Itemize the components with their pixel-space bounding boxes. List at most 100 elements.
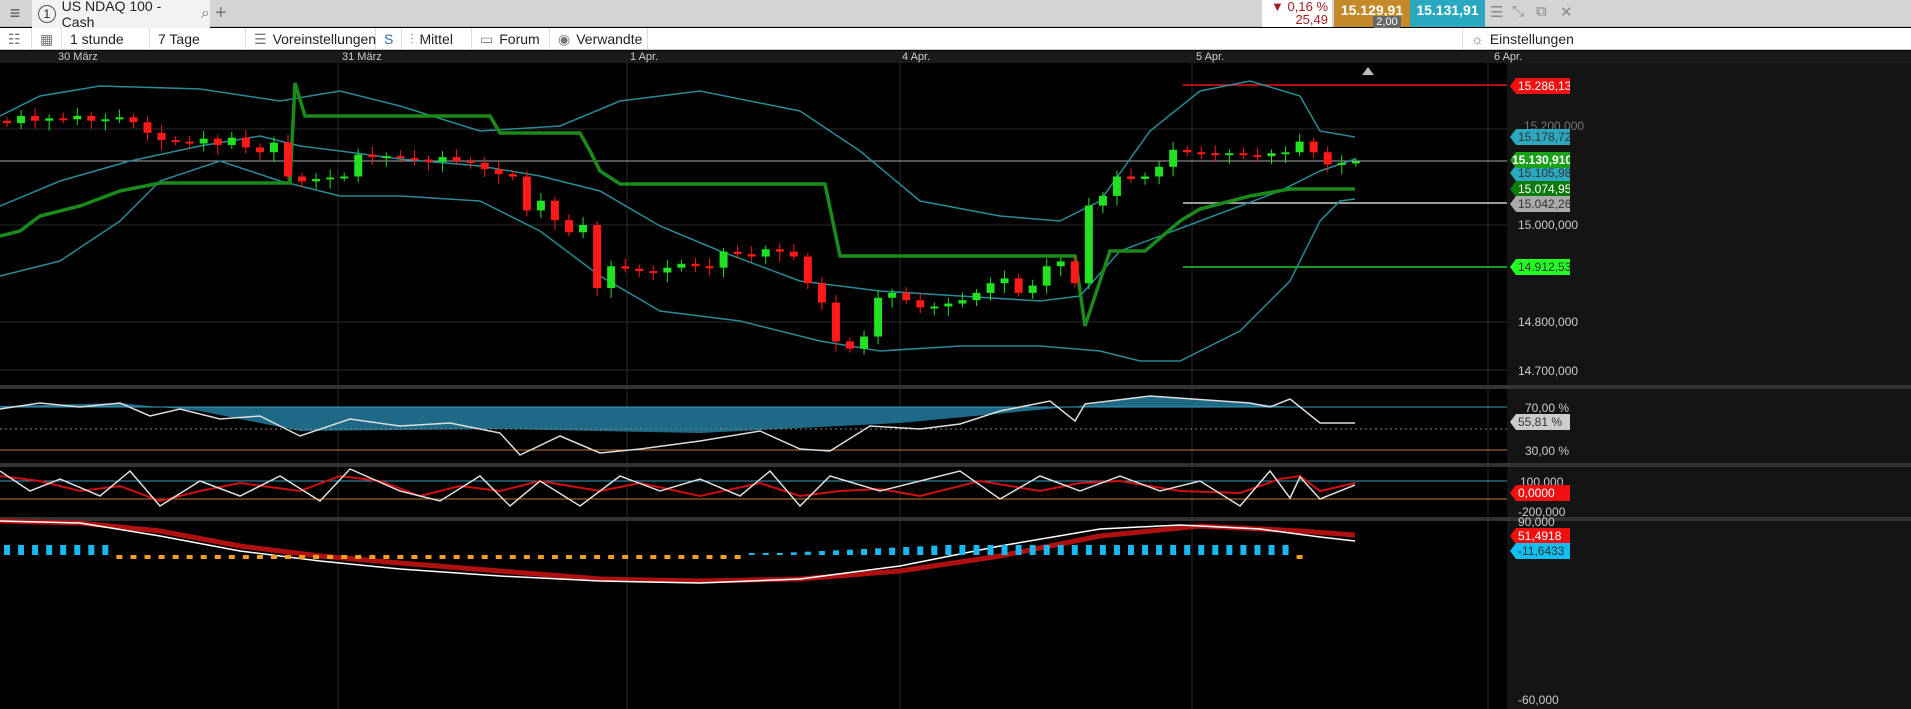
candle-body: [45, 118, 54, 121]
s-button[interactable]: S: [376, 28, 402, 50]
histogram-bar: [861, 549, 868, 555]
menu-icon[interactable]: ≡: [0, 0, 30, 27]
candle-body: [916, 300, 925, 308]
layout-icon[interactable]: ▦: [32, 28, 62, 50]
histogram-bar: [32, 545, 39, 555]
histogram-bar: [551, 555, 558, 559]
histogram-bar: [60, 545, 67, 555]
drag-handle-icon[interactable]: ☰: [1490, 3, 1503, 21]
macd-value-tag: 51,4918: [1510, 528, 1570, 544]
trailing-stop-tag: 15.074,95: [1510, 181, 1570, 197]
price-tick: 14.800,000: [1518, 315, 1579, 329]
buy-price-button[interactable]: 15.131,91: [1410, 0, 1485, 27]
lower-bollinger-band: [0, 160, 1356, 362]
candle-body: [649, 271, 658, 274]
chart-area[interactable]: 30 März 31 März 1 Apr. 4 Apr. 5 Apr. 6 A…: [0, 51, 1911, 709]
gear-icon: ☼: [1471, 31, 1484, 47]
candle-body: [1000, 278, 1009, 284]
histogram-bar: [439, 555, 446, 559]
candle-body: [1155, 166, 1164, 177]
candle-body: [579, 225, 588, 233]
candle-body: [354, 154, 363, 177]
histogram-bar: [383, 555, 390, 559]
timeframe-select[interactable]: 1 stunde: [62, 28, 150, 50]
tab-title: US NDAQ 100 - Cash: [61, 0, 162, 30]
candle-body: [368, 154, 377, 158]
home-marker-icon: [1362, 67, 1374, 75]
candle-body: [536, 200, 545, 211]
candle-body: [255, 147, 264, 153]
candle-body: [958, 300, 967, 304]
range-select[interactable]: 7 Tage: [150, 28, 246, 50]
candles-icon: ⫶: [410, 30, 414, 47]
histogram-bar: [762, 553, 769, 555]
histogram-bar: [88, 545, 95, 555]
eye-icon: ◉: [558, 30, 571, 47]
forum-button[interactable]: ▭ Forum: [472, 28, 550, 50]
cci-value-tag: 0,0000: [1510, 485, 1570, 501]
macd-tick: -60,000: [1518, 693, 1559, 707]
histogram-bar: [875, 548, 882, 555]
histogram-bar: [1113, 545, 1120, 555]
histogram-bar: [734, 555, 741, 559]
candle-body: [31, 115, 40, 121]
histogram-bar: [1296, 555, 1303, 559]
presets-button[interactable]: ☰ Voreinstellungen: [246, 28, 376, 50]
add-tab-button[interactable]: +: [215, 2, 227, 25]
candle-body: [733, 251, 742, 255]
histogram-bar: [369, 555, 376, 559]
histogram-bar: [341, 555, 348, 559]
candle-body: [340, 176, 349, 179]
candle-body: [1169, 149, 1178, 167]
candle-body: [1351, 161, 1360, 164]
candle-body: [888, 292, 897, 298]
histogram-bar: [1128, 545, 1134, 555]
candle-body: [466, 160, 475, 163]
candle-body: [1042, 266, 1051, 286]
histogram-bar: [1029, 545, 1036, 555]
histogram-bar: [1057, 545, 1064, 555]
cci-line: [0, 468, 1356, 508]
histogram-bar: [594, 555, 601, 559]
settings-button[interactable]: ☼ Einstellungen: [1462, 28, 1911, 50]
candle-body: [1127, 176, 1135, 179]
histogram-bar: [1142, 545, 1149, 555]
histogram-bar: [1071, 545, 1078, 555]
candle-body: [593, 225, 602, 289]
candle-body: [199, 138, 208, 144]
candle-body: [775, 249, 784, 252]
minimize-icon[interactable]: ⤡: [1512, 3, 1524, 20]
candle-body: [1295, 141, 1304, 153]
indicators-button[interactable]: ⫶ Mittel: [402, 28, 472, 50]
candle-body: [298, 176, 307, 182]
candle-body: [101, 119, 110, 122]
histogram-bar: [818, 551, 825, 555]
histogram-bar: [566, 555, 572, 559]
related-button[interactable]: ◉ Verwandte: [550, 28, 648, 50]
close-icon[interactable]: ✕: [1560, 3, 1573, 21]
price-change: ▼ 0,16 % 25,49: [1262, 0, 1332, 27]
candle-body: [522, 176, 531, 211]
histogram-bar: [608, 555, 615, 559]
search-icon[interactable]: ⌕: [201, 5, 210, 23]
candle-body: [719, 251, 728, 268]
candle-body: [1211, 153, 1220, 156]
histogram-bar: [228, 555, 235, 559]
histogram-bar: [18, 545, 25, 555]
histogram-bar: [130, 555, 137, 559]
candle-body: [508, 174, 517, 177]
candle-body: [1225, 153, 1234, 156]
candle-body: [1098, 195, 1107, 206]
candle-body: [312, 178, 321, 182]
instrument-tab[interactable]: 1 US NDAQ 100 - Cash ⌕: [32, 0, 210, 30]
settings-label: Einstellungen: [1489, 31, 1574, 47]
popout-icon[interactable]: ⧉: [1536, 3, 1547, 20]
candle-body: [803, 256, 812, 284]
list-icon[interactable]: ☷: [0, 28, 32, 50]
macd-histogram: [4, 545, 1303, 559]
histogram-bar: [889, 547, 896, 555]
histogram-bar: [706, 555, 713, 559]
candle-body: [382, 156, 391, 159]
candle-body: [396, 156, 405, 159]
histogram-bar: [313, 555, 320, 559]
